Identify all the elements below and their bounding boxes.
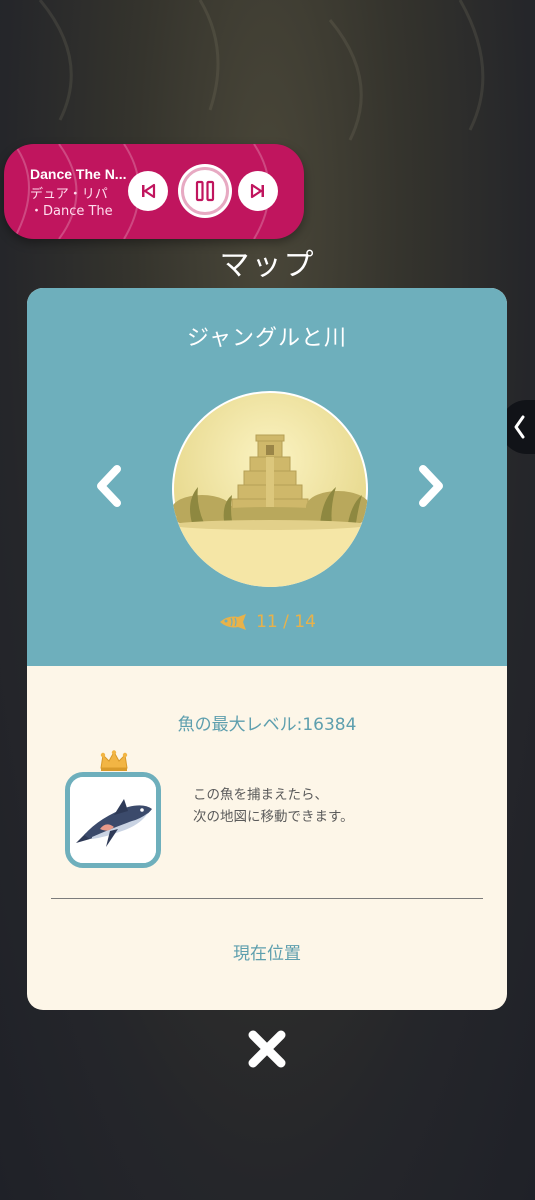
crown-icon — [100, 750, 128, 771]
skip-previous-icon — [142, 183, 156, 199]
skip-next-icon — [250, 183, 264, 199]
fish-icon — [220, 614, 247, 630]
close-icon[interactable] — [243, 1025, 291, 1073]
jungle-temple-illustration — [172, 393, 368, 587]
music-artist-line2: ・Dance The — [30, 204, 113, 219]
card-divider — [51, 898, 483, 899]
music-artist-line1: デュア・リパ — [30, 187, 108, 202]
music-artist-text: デュア・リパ ・Dance The — [30, 186, 128, 220]
pause-button[interactable] — [178, 164, 232, 218]
next-map-button[interactable] — [415, 461, 449, 511]
next-track-button[interactable] — [238, 171, 278, 211]
fish-count-text: 11 / 14 — [256, 612, 316, 632]
previous-track-button[interactable] — [128, 171, 168, 211]
target-fish-image[interactable] — [65, 772, 161, 868]
screen-title: マップ — [219, 248, 316, 283]
map-card-header: ジャングルと川 11 / 14 — [27, 288, 507, 666]
fish-description-line2: 次の地図に移動できます。 — [193, 809, 354, 825]
current-position-button[interactable]: 現在位置 — [167, 938, 367, 970]
shark-illustration — [70, 777, 156, 863]
fish-description-line1: この魚を捕まえたら、 — [193, 787, 328, 803]
music-track-title: Dance The N... — [30, 166, 127, 182]
music-player-widget[interactable]: Dance The N... デュア・リパ ・Dance The — [4, 144, 304, 239]
map-card: ジャングルと川 11 / 14 魚の最大レベル:16384 この魚を捕まえたら、… — [27, 288, 507, 1010]
chevron-left-icon — [514, 415, 525, 439]
map-preview-image[interactable] — [172, 391, 368, 587]
fish-caught-counter: 11 / 14 — [27, 612, 507, 632]
area-name: ジャングルと川 — [187, 326, 347, 351]
max-fish-level-text: 魚の最大レベル:16384 — [177, 715, 357, 735]
pause-icon — [195, 180, 215, 202]
previous-map-button[interactable] — [91, 461, 125, 511]
fish-description: この魚を捕まえたら、 次の地図に移動できます。 — [193, 784, 433, 828]
